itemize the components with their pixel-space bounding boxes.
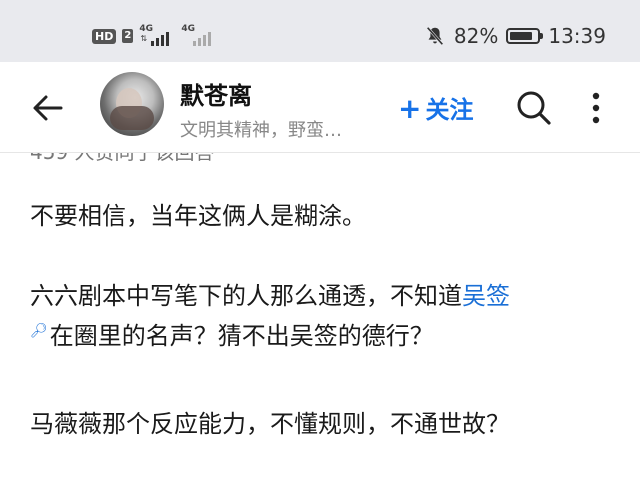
search-hint-icon[interactable]: 🔎︎ <box>30 323 48 339</box>
status-bar: HD 2 4G ⇅ 4G 82% 13:39 <box>0 0 640 62</box>
user-name[interactable]: 默苍离 <box>180 76 252 111</box>
paragraph-2-continuation: 在圈里的名声？猜不出吴签的德行？ <box>49 322 434 350</box>
back-arrow-icon[interactable] <box>30 90 66 126</box>
status-left: HD 2 4G ⇅ 4G <box>92 24 217 46</box>
answer-paragraph-3: 马薇薇那个反应能力，不懂规则，不通世故？ <box>30 410 510 438</box>
profile-header: 默苍离 文明其精神，野蛮… + 关注 <box>0 62 640 153</box>
battery-icon <box>506 28 544 44</box>
signal-icon: 4G ⇅ <box>139 24 175 46</box>
sim-slot-badge: 2 <box>122 29 134 43</box>
search-link[interactable]: 吴签 <box>462 282 510 310</box>
plus-icon: + <box>398 92 422 125</box>
user-signature: 文明其精神，野蛮… <box>180 120 342 141</box>
paragraph-2-text: 六六剧本中写笔下的人那么通透，不知道 <box>30 282 462 310</box>
signal-icon-secondary: 4G <box>181 24 217 46</box>
clock: 13:39 <box>548 24 606 48</box>
mute-icon <box>426 26 444 46</box>
answer-paragraph-2-line-1: 六六剧本中写笔下的人那么通透，不知道吴签 <box>30 276 510 311</box>
status-right: 82% 13:39 <box>424 24 606 48</box>
search-icon[interactable] <box>514 88 554 128</box>
more-vertical-icon[interactable] <box>584 90 608 126</box>
data-arrows-icon: ⇅ <box>140 34 148 43</box>
follow-button[interactable]: + 关注 <box>398 90 473 125</box>
follow-label: 关注 <box>425 96 474 124</box>
battery-percent: 82% <box>453 24 499 48</box>
hd-badge: HD <box>92 28 117 44</box>
battery-fill <box>510 32 532 40</box>
answer-paragraph-1: 不要相信，当年这俩人是糊涂。 <box>30 202 366 230</box>
answer-paragraph-2-line-2: 🔎︎在圈里的名声？猜不出吴签的德行？ <box>30 316 434 351</box>
avatar[interactable] <box>100 72 164 136</box>
